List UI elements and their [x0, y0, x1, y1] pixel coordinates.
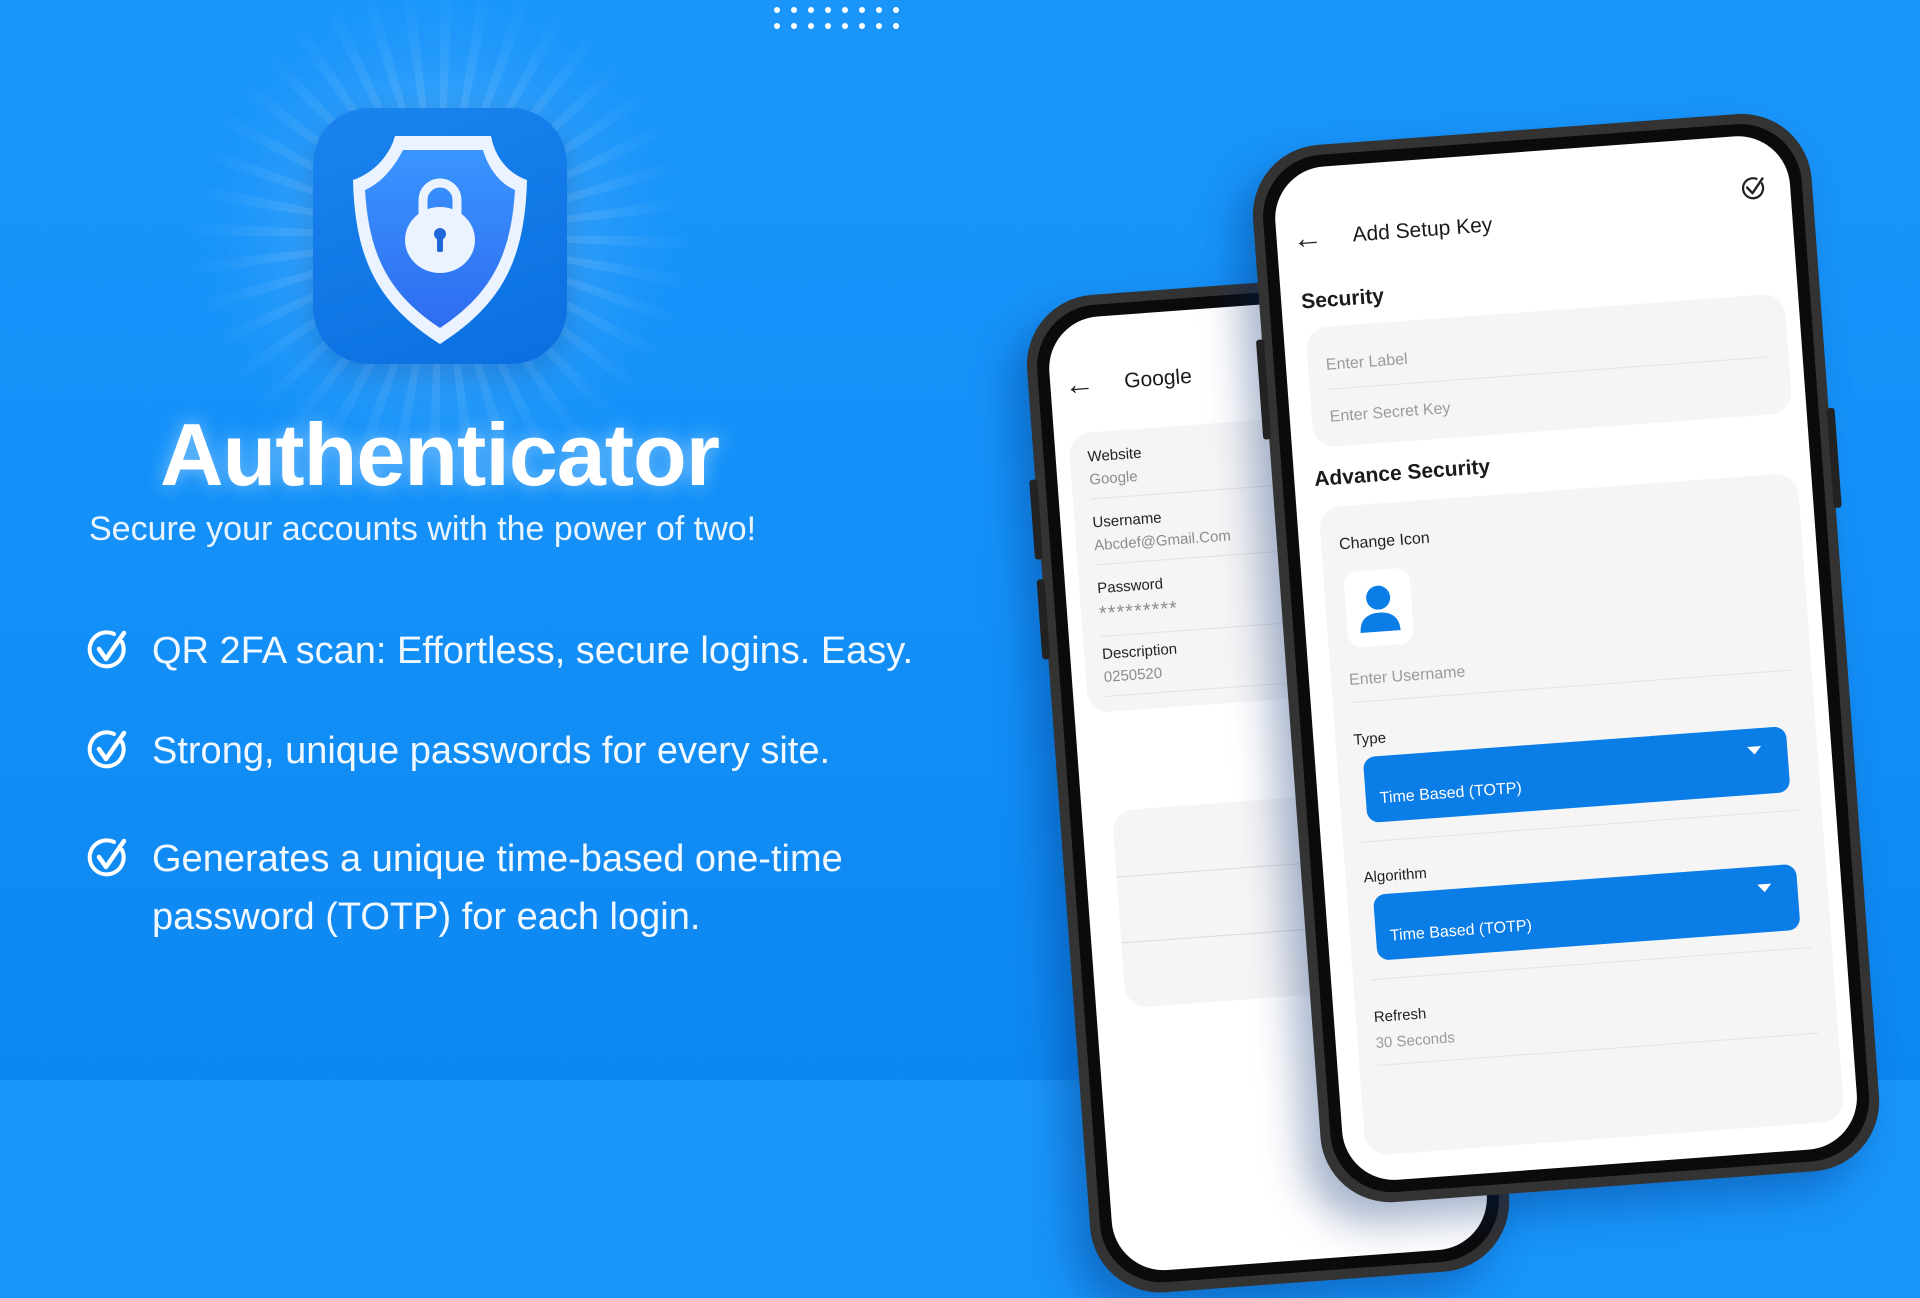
- feature-text: Strong, unique passwords for every site.: [152, 730, 831, 772]
- security-card: Enter Label Enter Secret Key: [1305, 293, 1793, 448]
- app-icon: [313, 108, 567, 364]
- section-title-advance-security: Advance Security: [1313, 455, 1491, 491]
- shield-lock-icon: [353, 136, 527, 344]
- app-subtitle: Secure your accounts with the power of t…: [89, 510, 757, 548]
- feature-text: Generates a unique time-based one-time p…: [152, 830, 843, 946]
- algorithm-dropdown[interactable]: Time Based (TOTP): [1372, 863, 1801, 961]
- refresh-value[interactable]: 30 Seconds: [1375, 1029, 1455, 1052]
- phone-mockup-setup: ← Add Setup Key Security Enter Label Ent…: [1248, 108, 1885, 1208]
- details-title: Google: [1123, 364, 1193, 393]
- feature-text-line: password (TOTP) for each login.: [152, 896, 701, 938]
- feature-item: Strong, unique passwords for every site.: [86, 722, 830, 780]
- change-icon-label: Change Icon: [1338, 529, 1431, 554]
- secret-key-input[interactable]: Enter Secret Key: [1329, 400, 1451, 427]
- type-label: Type: [1352, 729, 1387, 749]
- section-title-security: Security: [1300, 284, 1385, 314]
- check-circle-icon: [87, 730, 127, 769]
- app-title: Authenticator: [160, 405, 720, 504]
- check-circle-icon: [87, 838, 127, 877]
- setup-header: ← Add Setup Key: [1291, 210, 1494, 256]
- type-dropdown[interactable]: Time Based (TOTP): [1362, 726, 1791, 824]
- check-circle-icon: [87, 630, 127, 669]
- feature-item: QR 2FA scan: Effortless, secure logins. …: [86, 622, 913, 680]
- check-circle-icon[interactable]: [1739, 174, 1767, 202]
- user-icon: [1360, 585, 1401, 634]
- algorithm-label: Algorithm: [1363, 864, 1428, 887]
- feature-text-line: Generates a unique time-based one-time: [152, 838, 843, 880]
- arrow-left-icon[interactable]: ←: [1291, 221, 1323, 256]
- label-input[interactable]: Enter Label: [1325, 351, 1408, 375]
- caret-down-icon: [1757, 883, 1772, 893]
- phone-side-button: [1036, 579, 1051, 660]
- type-selected-value: Time Based (TOTP): [1379, 779, 1523, 808]
- add-setup-key-screen: ← Add Setup Key Security Enter Label Ent…: [1271, 132, 1861, 1184]
- username-input[interactable]: Enter Username: [1349, 664, 1467, 690]
- change-icon-button[interactable]: [1343, 567, 1415, 648]
- refresh-label: Refresh: [1373, 1005, 1427, 1027]
- details-header: ← Google: [1063, 362, 1193, 402]
- caret-down-icon: [1747, 746, 1762, 756]
- feature-item: Generates a unique time-based one-time p…: [86, 830, 843, 946]
- phone-side-button: [1029, 479, 1044, 560]
- phone-side-button: [1826, 407, 1842, 509]
- arrow-left-icon[interactable]: ←: [1063, 367, 1095, 402]
- feature-text: QR 2FA scan: Effortless, secure logins. …: [152, 630, 914, 672]
- advance-security-card: Change Icon Enter Username Type Time Bas…: [1318, 472, 1845, 1157]
- algorithm-selected-value: Time Based (TOTP): [1389, 917, 1533, 945]
- setup-title: Add Setup Key: [1351, 213, 1494, 247]
- dot-grid-decoration: [774, 7, 910, 29]
